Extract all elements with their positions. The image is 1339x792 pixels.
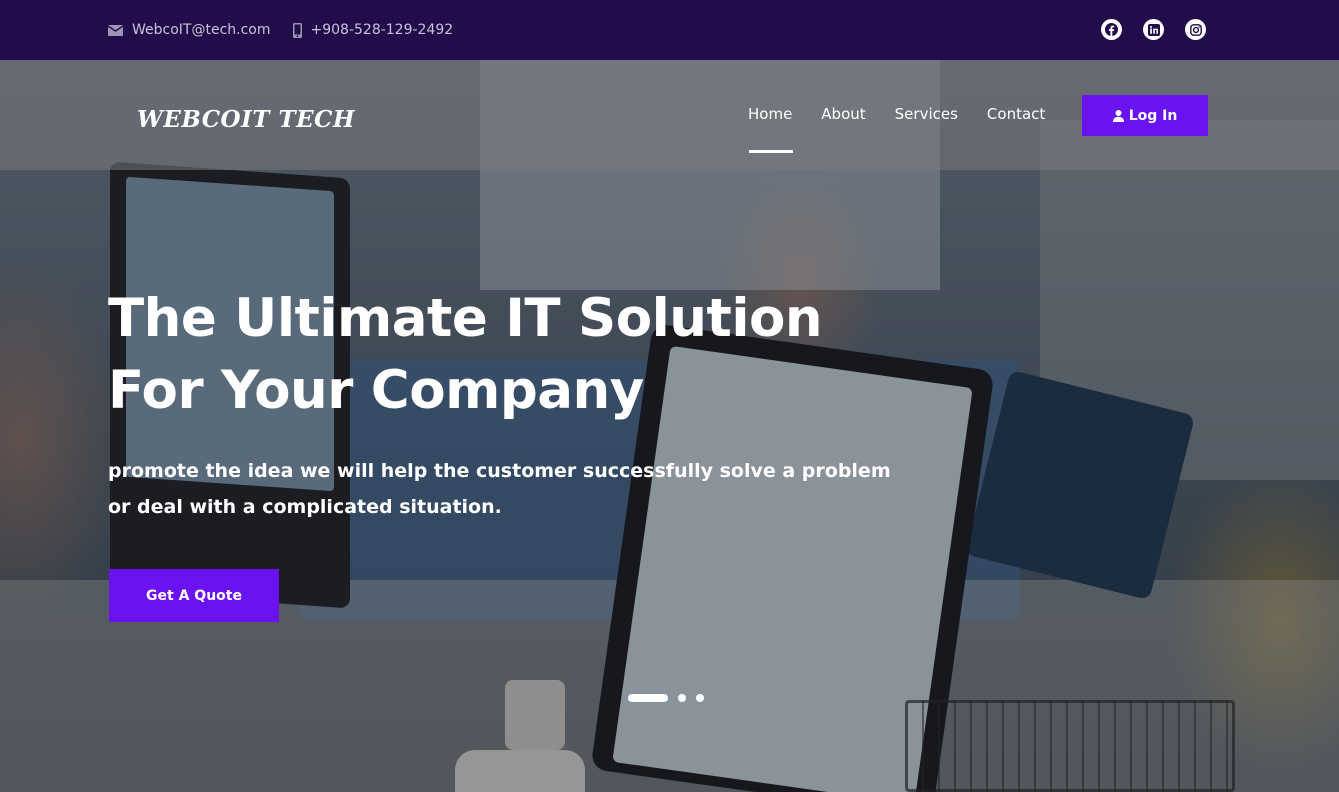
carousel-indicators bbox=[628, 694, 704, 702]
login-button[interactable]: Log In bbox=[1082, 95, 1208, 136]
social-links bbox=[1101, 19, 1206, 40]
envelope-icon bbox=[108, 24, 123, 36]
nav-services[interactable]: Services bbox=[895, 105, 958, 123]
user-icon bbox=[1112, 109, 1124, 122]
carousel-dot-2[interactable] bbox=[678, 694, 686, 702]
instagram-link[interactable] bbox=[1185, 19, 1206, 40]
phone-contact[interactable]: +908-528-129-2492 bbox=[292, 22, 454, 38]
linkedin-link[interactable] bbox=[1143, 19, 1164, 40]
contact-info: WebcoIT@tech.com +908-528-129-2492 bbox=[108, 0, 453, 60]
phone-text: +908-528-129-2492 bbox=[310, 22, 454, 38]
nav-active-indicator bbox=[749, 150, 793, 153]
linkedin-icon bbox=[1147, 23, 1160, 36]
carousel-dot-3[interactable] bbox=[696, 694, 704, 702]
email-text: WebcoIT@tech.com bbox=[132, 22, 271, 38]
main-navbar: WEBCOIT TECH Home About Services Contact… bbox=[0, 60, 1339, 170]
nav-contact[interactable]: Contact bbox=[987, 105, 1045, 123]
top-contact-bar: WebcoIT@tech.com +908-528-129-2492 bbox=[0, 0, 1339, 60]
facebook-icon bbox=[1105, 23, 1118, 36]
facebook-link[interactable] bbox=[1101, 19, 1122, 40]
carousel-dot-1[interactable] bbox=[628, 694, 668, 702]
instagram-icon bbox=[1189, 23, 1202, 36]
mobile-phone-icon bbox=[292, 22, 302, 38]
nav-about[interactable]: About bbox=[821, 105, 865, 123]
brand-logo[interactable]: WEBCOIT TECH bbox=[137, 106, 355, 133]
main-nav: Home About Services Contact bbox=[748, 105, 1045, 123]
nav-home[interactable]: Home bbox=[748, 105, 792, 123]
hero-headline: The Ultimate IT Solution For Your Compan… bbox=[108, 288, 823, 421]
login-label: Log In bbox=[1128, 107, 1178, 124]
hero-subtitle: promote the idea we will help the custom… bbox=[108, 460, 891, 518]
get-quote-button[interactable]: Get A Quote bbox=[109, 569, 279, 622]
email-contact[interactable]: WebcoIT@tech.com bbox=[108, 22, 271, 38]
